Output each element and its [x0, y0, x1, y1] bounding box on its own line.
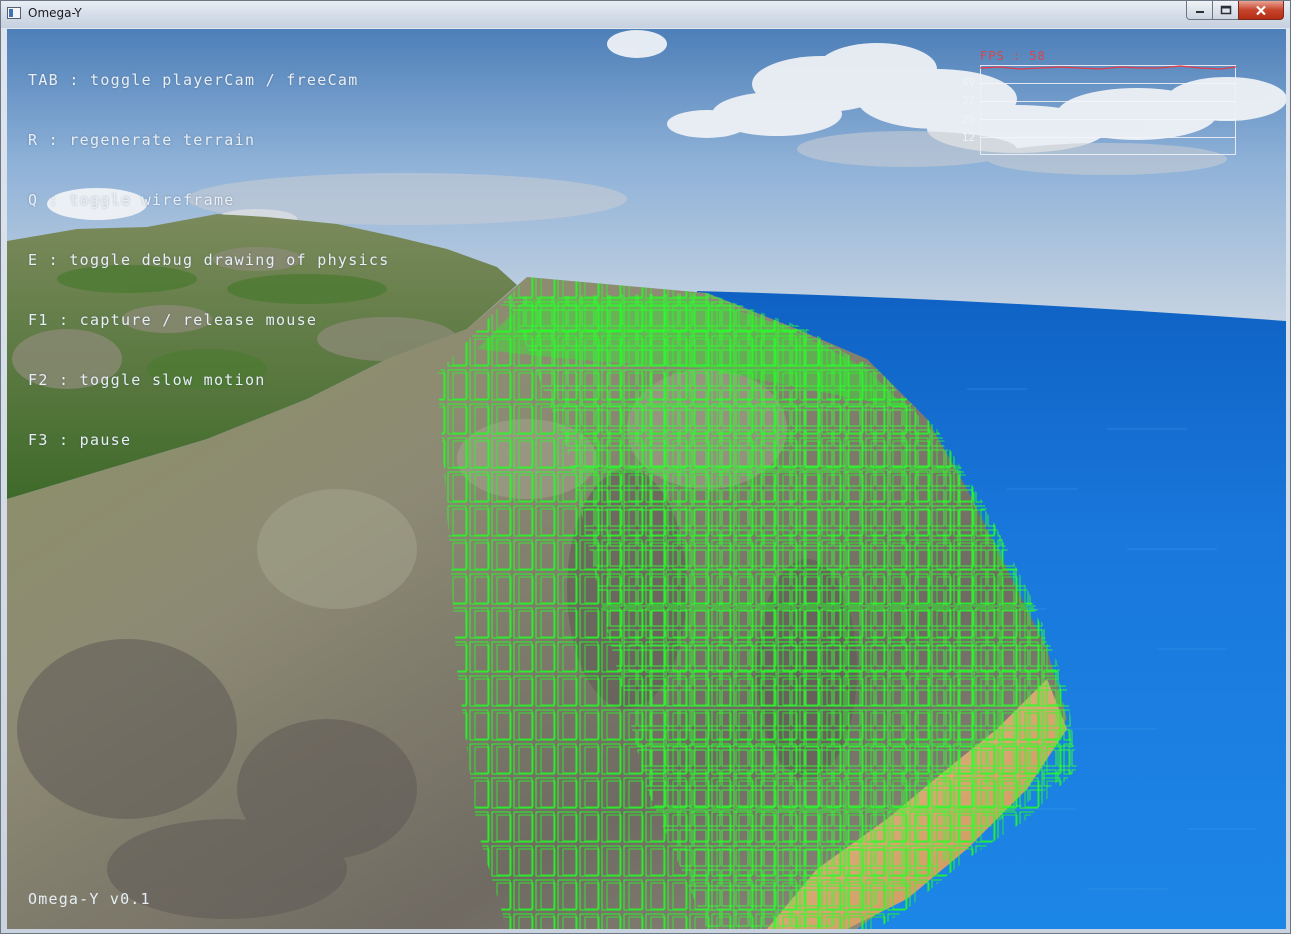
title-bar[interactable]: Omega-Y [1, 1, 1290, 28]
fps-label: FPS : 58 [980, 49, 1046, 63]
game-window: Omega-Y TAB: toggle playerCam / freeCam… [0, 0, 1291, 934]
version-label: Omega-Y v0.1 [28, 890, 151, 908]
maximize-button[interactable] [1212, 1, 1239, 20]
help-line-pause: F3 : pause [28, 431, 132, 449]
fps-tick-label: 37 [961, 94, 975, 107]
fps-history-line [980, 65, 1236, 70]
help-line-regenerate: R : regenerate terrain [28, 131, 256, 149]
fps-tick-label: 12 [961, 131, 975, 144]
fps-gridline [980, 119, 1236, 120]
fps-tick-label: 25 [961, 113, 975, 126]
fps-tick-label: 49 [961, 76, 975, 89]
fps-gridline [980, 137, 1236, 138]
app-icon [7, 7, 21, 19]
maximize-icon [1220, 5, 1231, 15]
game-viewport[interactable]: TAB : toggle playerCam / freeCam R : reg… [7, 29, 1286, 929]
help-line-mouse-capture: F1 : capture / release mouse [28, 311, 318, 329]
help-line-physics-debug: E : toggle debug drawing of physics [28, 251, 390, 269]
minimize-icon [1195, 11, 1204, 13]
fps-gridline [980, 101, 1236, 102]
minimize-button[interactable] [1186, 1, 1213, 20]
help-line-camera: TAB : toggle playerCam / freeCam [28, 71, 359, 89]
fps-graph [980, 65, 1236, 155]
window-title: Omega-Y [28, 6, 82, 20]
close-icon [1256, 5, 1266, 15]
fps-gridline [980, 83, 1236, 84]
close-button[interactable] [1238, 1, 1284, 20]
controls-help-overlay: TAB : toggle playerCam / freeCam R : reg… [28, 30, 390, 490]
help-line-wireframe: Q : toggle wireframe [28, 191, 235, 209]
help-line-slow-motion: F2 : toggle slow motion [28, 371, 266, 389]
